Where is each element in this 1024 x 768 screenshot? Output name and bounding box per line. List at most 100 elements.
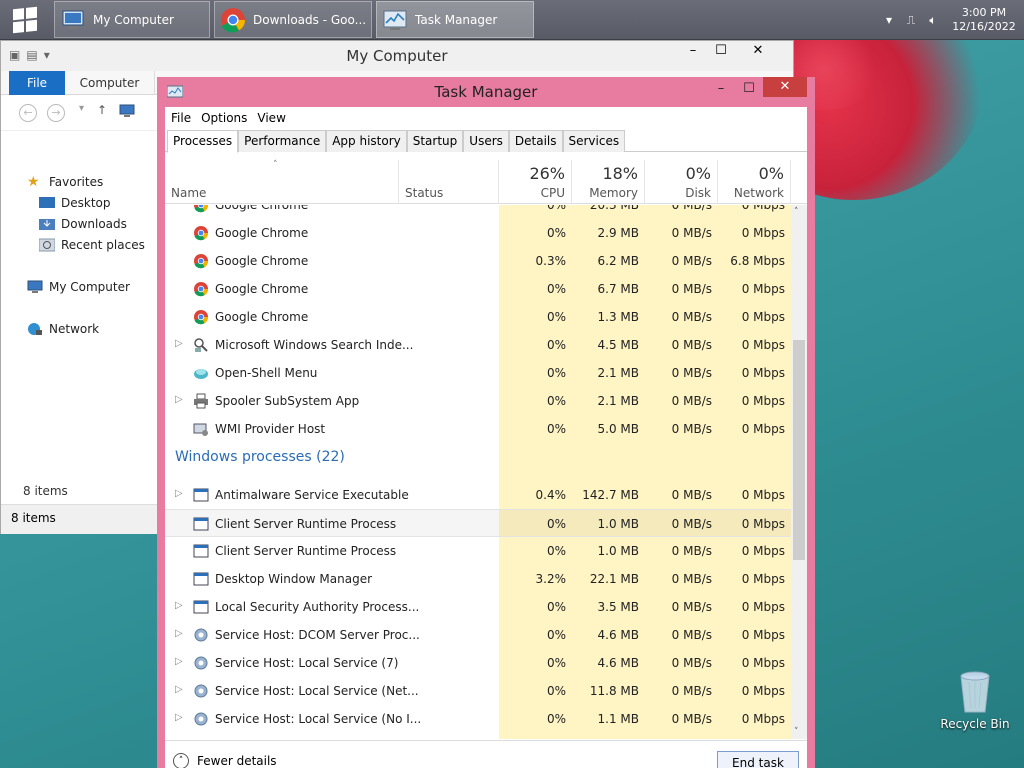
column-headers: ˄ Name Status 26% CPU 18% Memory 0% Disk… (165, 160, 807, 204)
sidebar-item-recent-places[interactable]: Recent places (39, 238, 145, 252)
forward-button[interactable]: → (47, 104, 65, 122)
process-disk: 0 MB/s (671, 656, 712, 670)
show-hidden-icons-icon[interactable]: ▾ (878, 13, 900, 27)
process-row[interactable]: ▷ Microsoft Windows Search Inde... 0% 4.5 M… (165, 331, 791, 359)
process-row[interactable]: ▷ Service Host: Local Service (Net... 0% 11… (165, 677, 791, 705)
process-row[interactable]: ▷ Spooler SubSystem App 0% 2.1 MB 0 MB/s 0 Mb… (165, 387, 791, 415)
process-mem: 4.6 MB (597, 628, 639, 642)
expand-arrow-icon[interactable]: ▷ (175, 600, 183, 611)
expand-arrow-icon[interactable]: ▷ (175, 338, 183, 349)
sidebar-item-favorites[interactable]: ★ Favorites (27, 175, 103, 189)
desktop-icon (39, 197, 55, 208)
process-mem: 1.1 MB (597, 712, 639, 726)
maximize-button[interactable]: ☐ (735, 79, 763, 101)
menu-view[interactable]: View (257, 111, 285, 125)
ribbon-computer-tab[interactable]: Computer (65, 71, 155, 95)
tab-processes[interactable]: Processes (167, 130, 239, 153)
process-net: 0 Mbps (741, 684, 785, 698)
sidebar-item-desktop[interactable]: Desktop (39, 196, 111, 210)
expand-arrow-icon[interactable]: ▷ (175, 488, 183, 499)
tab-startup[interactable]: Startup (406, 130, 464, 152)
end-task-button[interactable]: End task (717, 751, 799, 768)
clock[interactable]: 3:00 PM 12/16/2022 (944, 6, 1024, 34)
taskbar-chrome[interactable]: Downloads - Goo... (214, 1, 372, 38)
process-row[interactable]: ▷ Service Host: Local Service (No I... 0% 1… (165, 705, 791, 733)
tab-performance[interactable]: Performance (238, 130, 327, 152)
tab-services[interactable]: Services (562, 130, 626, 152)
process-name: Google Chrome (215, 226, 309, 240)
process-name: Google Chrome (215, 205, 309, 212)
process-cpu: 0.4% (535, 488, 567, 502)
tab-app-history[interactable]: App history (326, 130, 407, 152)
taskbar-my-computer[interactable]: My Computer (54, 1, 210, 38)
network-status-icon[interactable]: ⎍ (900, 13, 922, 28)
process-row[interactable]: Desktop Window Manager 3.2% 22.1 MB 0 MB/s 0… (165, 565, 791, 593)
clock-date: 12/16/2022 (952, 20, 1016, 33)
process-row[interactable]: Google Chrome 0% 20.3 MB 0 MB/s 0 Mbps (165, 205, 791, 219)
process-row[interactable]: ▷ Antimalware Service Executable 0.4% 142.7… (165, 481, 791, 509)
scroll-up-icon[interactable]: ˄ (794, 207, 799, 217)
sidebar-item-downloads[interactable]: Downloads (39, 217, 127, 231)
process-mem: 6.7 MB (597, 282, 639, 296)
minimize-button[interactable]: – (707, 79, 735, 101)
back-button[interactable]: ← (19, 104, 37, 122)
scroll-down-icon[interactable]: ˅ (794, 727, 799, 737)
column-status[interactable]: Status (399, 160, 499, 204)
expand-arrow-icon[interactable]: ▷ (175, 394, 183, 405)
status-items-count: 8 items (11, 511, 56, 525)
scrollbar-thumb[interactable] (793, 340, 805, 560)
process-disk: 0 MB/s (671, 366, 712, 380)
process-row[interactable]: WMI Provider Host 0% 5.0 MB 0 MB/s 0 Mbps (165, 415, 791, 443)
group-header-windows-processes[interactable]: Windows processes (22) (175, 449, 345, 465)
close-button[interactable]: ✕ (737, 41, 779, 63)
process-row[interactable]: Client Server Runtime Process 0% 1.0 MB 0 M… (165, 537, 791, 565)
process-row[interactable]: Google Chrome 0% 6.7 MB 0 MB/s 0 Mbps (165, 275, 791, 303)
expand-arrow-icon[interactable]: ▷ (175, 656, 183, 667)
process-net: 0 Mbps (741, 488, 785, 502)
expand-arrow-icon[interactable]: ▷ (175, 712, 183, 723)
tab-details[interactable]: Details (508, 130, 563, 152)
expand-arrow-icon[interactable]: ▷ (175, 684, 183, 695)
process-cpu: 0% (546, 712, 566, 726)
column-network[interactable]: 0% Network (718, 160, 791, 204)
process-row[interactable]: ▷ Service Host: DCOM Server Proc... 0% 4.6 … (165, 621, 791, 649)
process-mem: 1.0 MB (597, 517, 639, 531)
menu-file[interactable]: File (171, 111, 191, 125)
chrome-icon (193, 225, 209, 241)
recycle-bin[interactable]: Recycle Bin (940, 668, 1010, 731)
process-name: Service Host: DCOM Server Proc... (215, 628, 420, 642)
column-memory[interactable]: 18% Memory (572, 160, 645, 204)
process-row[interactable]: Open-Shell Menu 0% 2.1 MB 0 MB/s 0 Mbps (165, 359, 791, 387)
maximize-button[interactable]: ☐ (707, 41, 735, 63)
process-name: Google Chrome (215, 254, 309, 268)
column-name[interactable]: ˄ Name (165, 160, 399, 204)
fewer-details-button[interactable]: ˄ Fewer details (173, 753, 277, 768)
process-row[interactable]: Google Chrome 0.3% 6.2 MB 0 MB/s 6.8 Mbps (165, 247, 791, 275)
process-row[interactable]: ▷ Service Host: Local Service (7) 0% 4.6 MB… (165, 649, 791, 677)
vertical-scrollbar[interactable]: ˄ ˅ (791, 205, 807, 739)
volume-icon[interactable]: 🔈︎ (922, 13, 944, 28)
process-name: Desktop Window Manager (215, 572, 373, 586)
tab-users[interactable]: Users (463, 130, 509, 152)
wmi-icon (193, 421, 209, 437)
process-row[interactable]: ▷ Local Security Authority Process... 0% 3.… (165, 593, 791, 621)
taskbar-label: My Computer (93, 12, 174, 27)
minimize-button[interactable]: – (679, 41, 707, 63)
up-button[interactable]: ↑ (97, 103, 107, 117)
expand-arrow-icon[interactable]: ▷ (175, 628, 183, 639)
close-button[interactable]: ✕ (763, 77, 807, 97)
recent-locations-icon[interactable]: ▾ (79, 103, 84, 114)
process-row[interactable]: Client Server Runtime Process 0% 1.0 MB 0 M… (165, 509, 791, 537)
process-cpu: 0% (546, 600, 566, 614)
taskbar-task-manager[interactable]: Task Manager (376, 1, 534, 38)
process-row[interactable]: Google Chrome 0% 2.9 MB 0 MB/s 0 Mbps (165, 219, 791, 247)
start-button[interactable] (0, 0, 50, 40)
menu-options[interactable]: Options (201, 111, 247, 125)
process-row[interactable]: Google Chrome 0% 1.3 MB 0 MB/s 0 Mbps (165, 303, 791, 331)
ribbon-file-tab[interactable]: File (9, 71, 65, 95)
sidebar-item-network[interactable]: Network (27, 322, 99, 336)
address-computer-icon[interactable] (119, 103, 135, 122)
column-disk[interactable]: 0% Disk (645, 160, 718, 204)
column-cpu[interactable]: 26% CPU (499, 160, 572, 204)
sidebar-item-my-computer[interactable]: My Computer (27, 280, 130, 294)
